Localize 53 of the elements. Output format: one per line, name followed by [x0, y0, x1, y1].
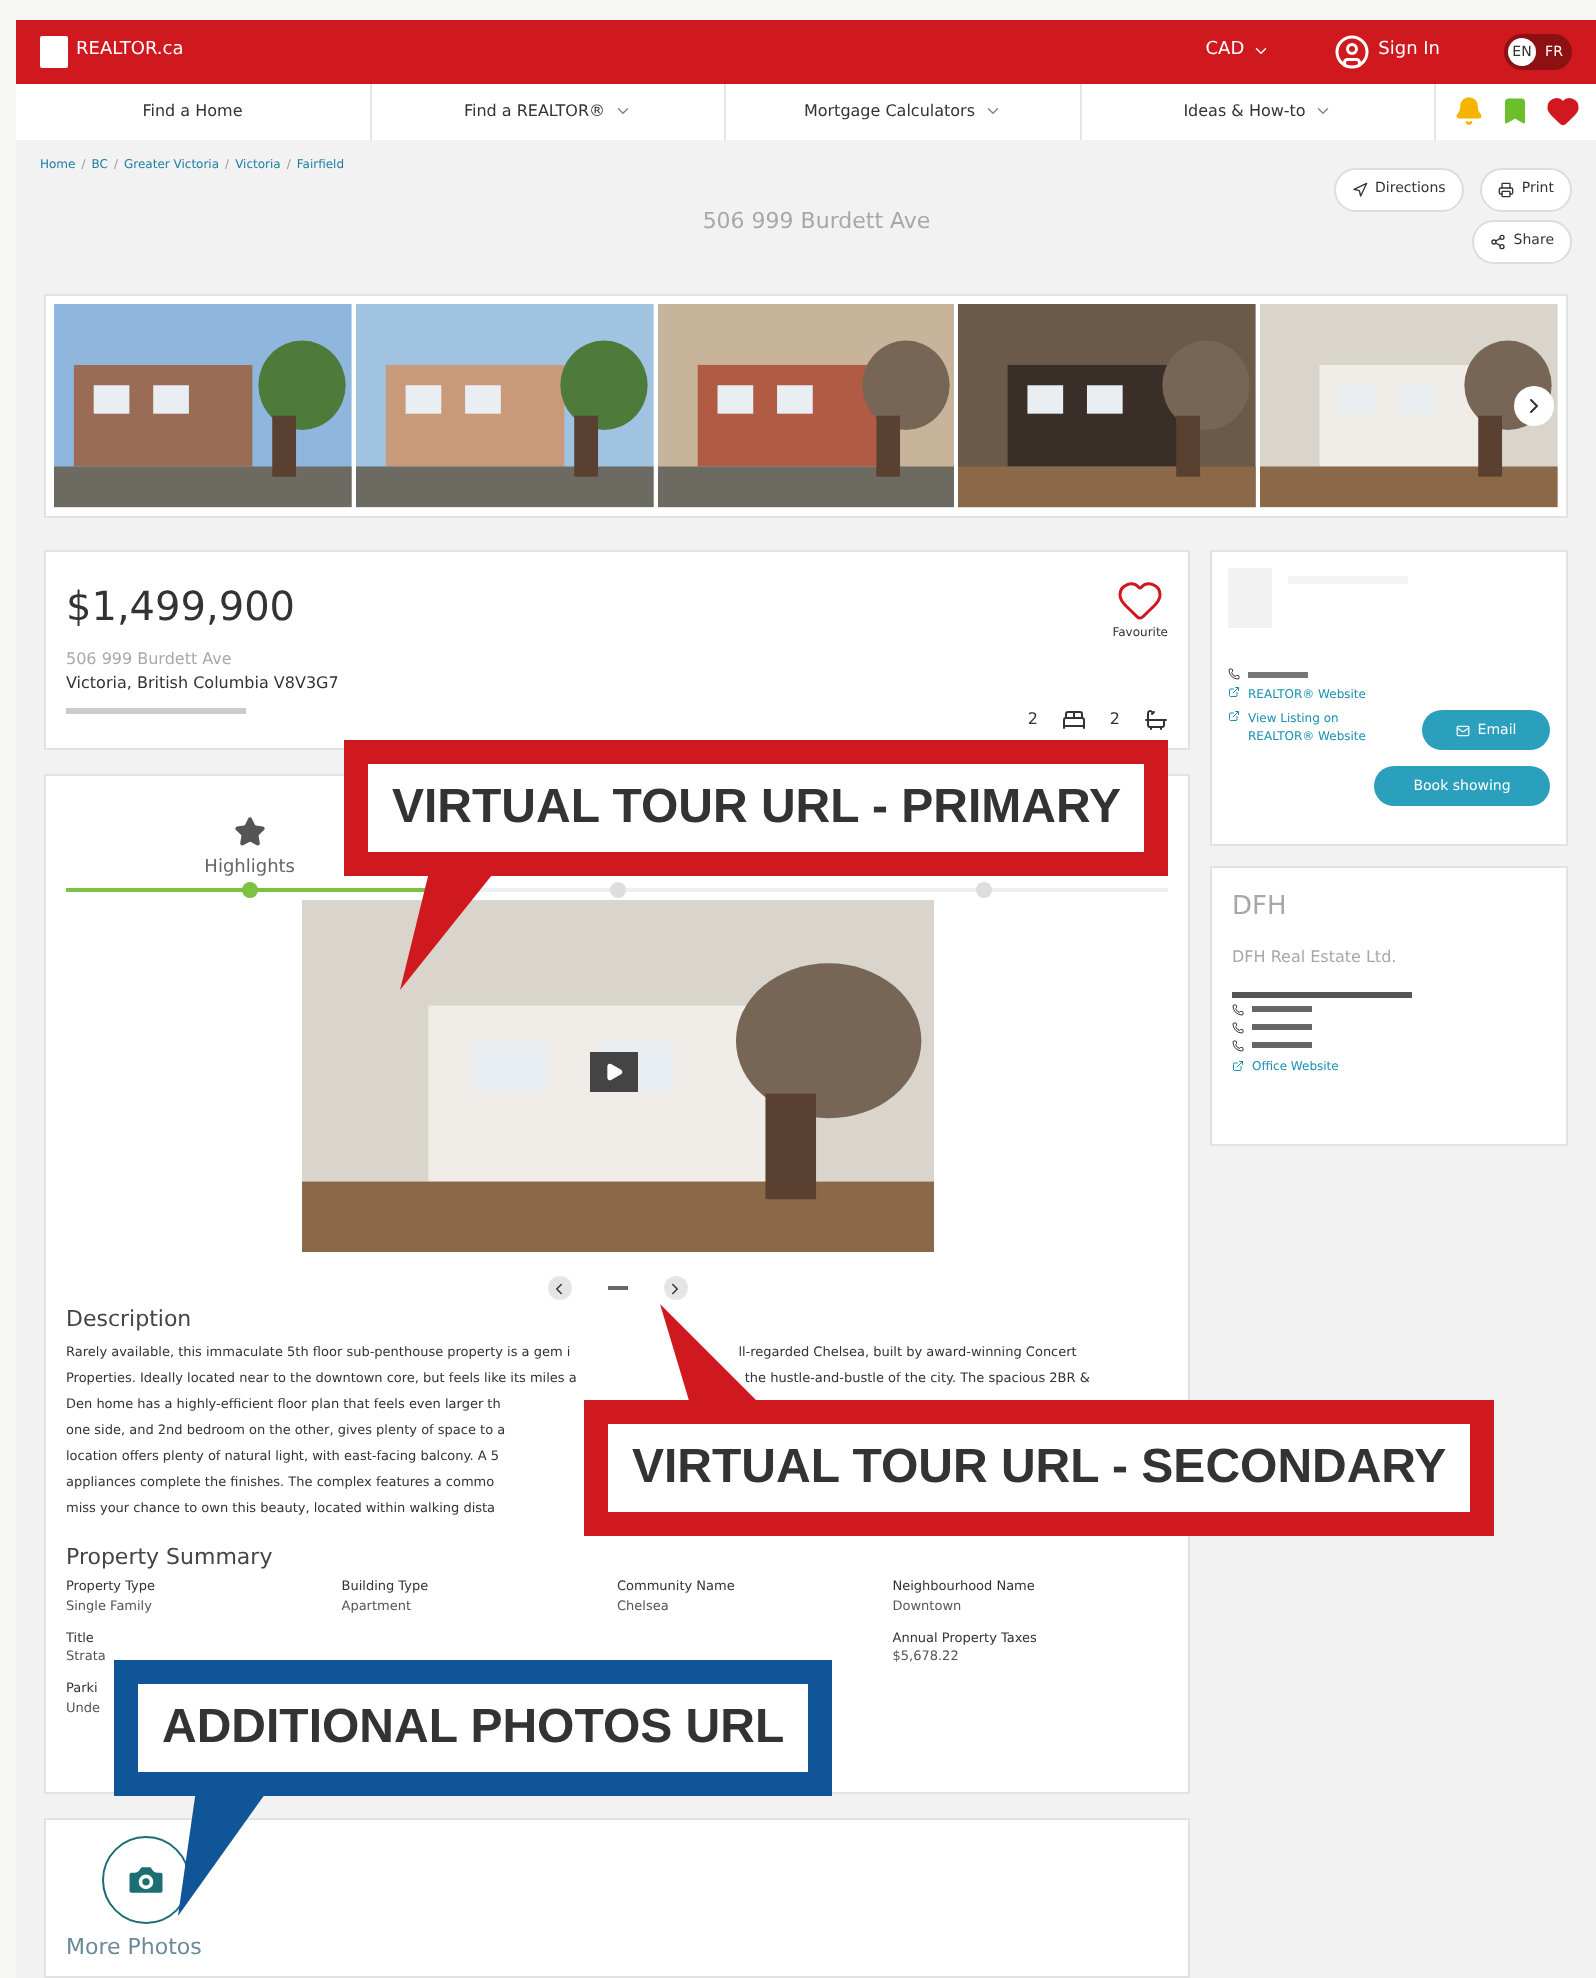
nav-item[interactable]: Find a Home	[16, 83, 371, 140]
more-photos-link[interactable]: More Photos	[66, 1932, 1168, 1965]
section-heading: Property Summary	[66, 1541, 275, 1573]
blurred-text	[1252, 1006, 1312, 1012]
chevron-right-icon	[666, 1279, 684, 1297]
price: $1,499,900	[66, 580, 298, 634]
section-heading: Description	[66, 1304, 194, 1336]
directions-icon	[1351, 181, 1368, 198]
external-link-icon	[1228, 710, 1240, 722]
nav-item[interactable]: Mortgage Calculators	[726, 83, 1081, 140]
logo-text: REALTOR.ca	[76, 38, 184, 65]
brokerage-logo: DFH	[1232, 890, 1287, 926]
share-icon	[1489, 233, 1506, 250]
star-icon	[233, 815, 266, 847]
user-icon	[1334, 33, 1371, 70]
chevron-left-icon	[550, 1279, 568, 1297]
external-link-icon	[1232, 1060, 1244, 1072]
bookmark-icon	[1499, 96, 1529, 127]
phone-icon	[1232, 1021, 1244, 1033]
next-button[interactable]	[663, 1276, 687, 1300]
listing-title: 506 999 Burdett Ave	[702, 205, 931, 238]
phone-icon	[1232, 1039, 1244, 1051]
city-postal: Victoria, British Columbia V8V3G7	[66, 672, 341, 696]
bath-icon	[1144, 708, 1168, 732]
logo[interactable]: REALTOR.ca	[40, 35, 184, 68]
address: 506 999 Burdett Ave	[66, 648, 232, 672]
bathroom-count: 2	[1109, 708, 1120, 732]
blurred-text	[1252, 1024, 1312, 1030]
play-icon	[603, 1062, 623, 1082]
mail-icon	[1455, 723, 1470, 737]
heart-icon	[1545, 94, 1579, 129]
currency-selector[interactable]: CAD	[1205, 38, 1271, 66]
phone-icon	[1232, 1003, 1244, 1015]
print-icon	[1497, 181, 1514, 198]
phone-icon	[1228, 668, 1240, 680]
logo-mark-icon	[40, 35, 68, 68]
blurred-text	[1252, 1042, 1312, 1048]
bedroom-count: 2	[1027, 708, 1038, 732]
bell-icon	[1453, 96, 1483, 127]
callout-label: ADDITIONAL PHOTOS URL	[138, 1684, 809, 1772]
callout-label: VIRTUAL TOUR URL - PRIMARY	[368, 764, 1145, 852]
tab[interactable]: Highlights	[204, 815, 295, 882]
bed-icon	[1061, 708, 1086, 732]
favourite-icon	[1116, 576, 1165, 624]
callout-label: VIRTUAL TOUR URL - SECONDARY	[608, 1424, 1471, 1512]
external-link-icon	[1228, 686, 1240, 698]
sign-in-button[interactable]: Sign In	[1334, 33, 1440, 70]
play-button[interactable]	[589, 1052, 637, 1092]
blurred-text	[1248, 671, 1308, 677]
nav-item[interactable]: Ideas & How-to	[1081, 83, 1436, 140]
brokerage-name: DFH Real Estate Ltd.	[1232, 945, 1397, 969]
nav-item[interactable]: Find a REALTOR®	[371, 83, 726, 140]
previous-button[interactable]	[547, 1276, 571, 1300]
